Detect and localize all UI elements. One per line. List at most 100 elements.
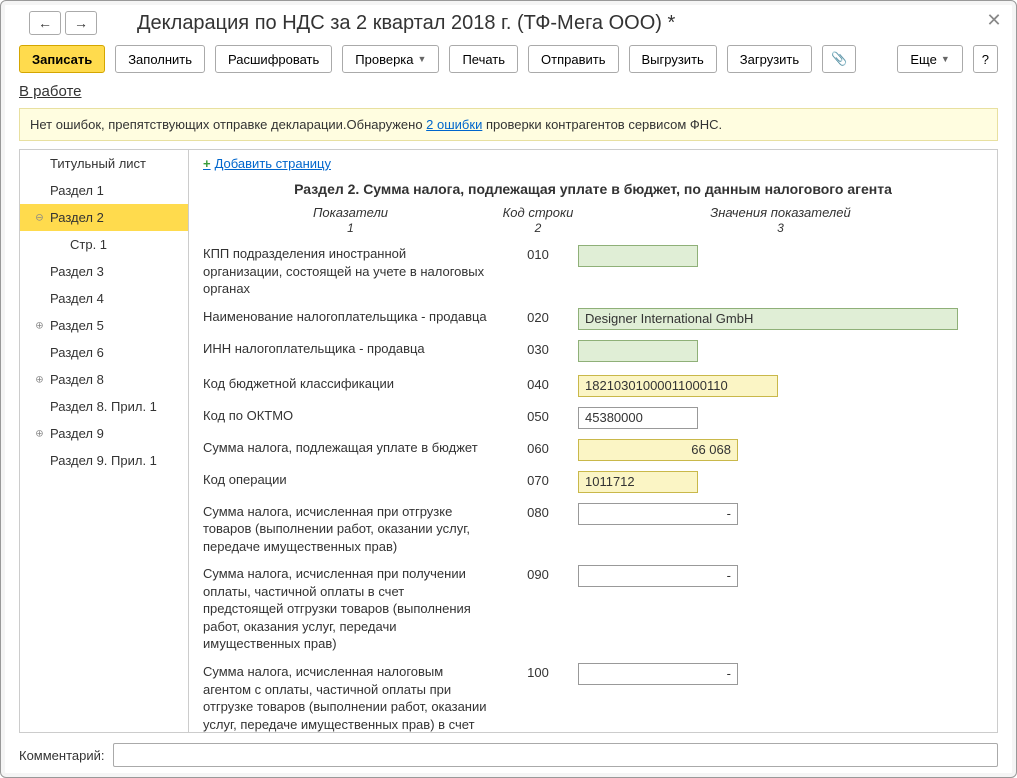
row-code: 090 <box>498 565 578 582</box>
decode-button[interactable]: Расшифровать <box>215 45 332 73</box>
comment-label: Комментарий: <box>19 748 105 763</box>
sidebar-item-label: Раздел 2 <box>50 210 104 225</box>
row-label: Наименование налогоплательщика - продавц… <box>203 308 498 326</box>
value-field[interactable]: Designer International GmbH <box>578 308 958 330</box>
row-label: КПП подразделения иностранной организаци… <box>203 245 498 298</box>
sidebar-item[interactable]: Раздел 4 <box>20 285 188 312</box>
add-page-link[interactable]: +Добавить страницу <box>203 156 331 171</box>
more-button[interactable]: Еще▼ <box>897 45 962 73</box>
row-label: Код бюджетной классификации <box>203 375 498 393</box>
row-label: Код по ОКТМО <box>203 407 498 425</box>
row-label: Сумма налога, исчисленная при получении … <box>203 565 498 653</box>
form-row: Сумма налога, подлежащая уплате в бюджет… <box>203 439 983 461</box>
chevron-down-icon: ▼ <box>941 54 950 64</box>
sidebar-item-label: Раздел 8. Прил. 1 <box>50 399 157 414</box>
errors-link[interactable]: 2 ошибки <box>426 117 482 132</box>
sidebar-item-label: Раздел 9. Прил. 1 <box>50 453 157 468</box>
info-text: Нет ошибок, препятствующих отправке декл… <box>30 117 426 132</box>
value-field[interactable] <box>578 503 738 525</box>
value-field[interactable] <box>578 663 738 685</box>
tree-toggle-icon[interactable]: ⊕ <box>34 428 45 439</box>
sidebar-item[interactable]: ⊕ Раздел 9 <box>20 420 188 447</box>
content-area: +Добавить страницу Раздел 2. Сумма налог… <box>189 149 998 733</box>
value-field[interactable]: 66 068 <box>578 439 738 461</box>
row-label: Сумма налога, исчисленная при отгрузке т… <box>203 503 498 556</box>
row-code: 030 <box>498 340 578 357</box>
sidebar-item-label: Стр. 1 <box>70 237 107 252</box>
form-row: КПП подразделения иностранной организаци… <box>203 245 983 298</box>
value-field[interactable] <box>578 245 698 267</box>
info-text-suffix: проверки контрагентов сервисом ФНС. <box>482 117 722 132</box>
sidebar-item[interactable]: ⊖ Раздел 2 <box>20 204 188 231</box>
row-code: 080 <box>498 503 578 520</box>
row-code: 060 <box>498 439 578 456</box>
row-code: 040 <box>498 375 578 392</box>
sidebar-item-label: Раздел 6 <box>50 345 104 360</box>
row-label: Сумма налога, исчисленная налоговым аген… <box>203 663 498 733</box>
chevron-down-icon: ▼ <box>418 54 427 64</box>
sidebar-item-label: Титульный лист <box>50 156 146 171</box>
status-link[interactable]: В работе <box>19 83 82 100</box>
form-row: Код по ОКТМО05045380000 <box>203 407 983 429</box>
form-row: Код бюджетной классификации0401821030100… <box>203 375 983 397</box>
send-button[interactable]: Отправить <box>528 45 618 73</box>
sidebar-item[interactable]: Раздел 9. Прил. 1 <box>20 447 188 474</box>
sidebar-item-label: Раздел 1 <box>50 183 104 198</box>
print-button[interactable]: Печать <box>449 45 518 73</box>
titlebar: ← → Декларация по НДС за 2 квартал 2018 … <box>5 5 1012 45</box>
sidebar-item[interactable]: ⊕ Раздел 8 <box>20 366 188 393</box>
row-code: 100 <box>498 663 578 680</box>
window: ← → Декларация по НДС за 2 квартал 2018 … <box>0 0 1017 778</box>
column-headers: Показатели1 Код строки2 Значения показат… <box>203 205 983 235</box>
comment-input[interactable] <box>113 743 999 767</box>
row-label: Код операции <box>203 471 498 489</box>
nav-forward-button[interactable]: → <box>65 11 97 35</box>
close-icon[interactable]: ✕ <box>984 11 1004 31</box>
sidebar-item[interactable]: Титульный лист <box>20 150 188 177</box>
sidebar-item[interactable]: Раздел 8. Прил. 1 <box>20 393 188 420</box>
sidebar-item-label: Раздел 5 <box>50 318 104 333</box>
value-field[interactable]: 18210301000011000110 <box>578 375 778 397</box>
nav-back-button[interactable]: ← <box>29 11 61 35</box>
sidebar-item[interactable]: ⊕ Раздел 5 <box>20 312 188 339</box>
export-button[interactable]: Выгрузить <box>629 45 717 73</box>
form-row: Сумма налога, исчисленная при отгрузке т… <box>203 503 983 556</box>
tree-toggle-icon[interactable]: ⊕ <box>34 374 45 385</box>
sidebar-item[interactable]: Раздел 3 <box>20 258 188 285</box>
tree-toggle-icon[interactable]: ⊖ <box>34 212 45 223</box>
form-row: Наименование налогоплательщика - продавц… <box>203 308 983 330</box>
sidebar-item-label: Раздел 9 <box>50 426 104 441</box>
sidebar-item-label: Раздел 3 <box>50 264 104 279</box>
row-label: ИНН налогоплательщика - продавца <box>203 340 498 358</box>
window-title: Декларация по НДС за 2 квартал 2018 г. (… <box>137 12 1002 35</box>
sidebar-item[interactable]: Раздел 1 <box>20 177 188 204</box>
sidebar-item-label: Раздел 4 <box>50 291 104 306</box>
form-row: Сумма налога, исчисленная при получении … <box>203 565 983 653</box>
toolbar: Записать Заполнить Расшифровать Проверка… <box>5 45 1012 83</box>
row-code: 050 <box>498 407 578 424</box>
value-field[interactable]: 45380000 <box>578 407 698 429</box>
info-bar: Нет ошибок, препятствующих отправке декл… <box>19 108 998 141</box>
fill-button[interactable]: Заполнить <box>115 45 205 73</box>
section-title: Раздел 2. Сумма налога, подлежащая уплат… <box>203 181 983 197</box>
plus-icon: + <box>203 156 211 171</box>
row-code: 010 <box>498 245 578 262</box>
form-row: Код операции0701011712 <box>203 471 983 493</box>
paperclip-icon: 📎 <box>831 51 847 67</box>
value-field[interactable]: 1011712 <box>578 471 698 493</box>
help-button[interactable]: ? <box>973 45 998 73</box>
attach-button[interactable]: 📎 <box>822 45 856 73</box>
row-code: 070 <box>498 471 578 488</box>
check-button[interactable]: Проверка▼ <box>342 45 439 73</box>
write-button[interactable]: Записать <box>19 45 105 73</box>
sidebar-item[interactable]: Стр. 1 <box>20 231 188 258</box>
value-field[interactable] <box>578 565 738 587</box>
form-row: Сумма налога, исчисленная налоговым аген… <box>203 663 983 733</box>
row-label: Сумма налога, подлежащая уплате в бюджет <box>203 439 498 457</box>
import-button[interactable]: Загрузить <box>727 45 812 73</box>
row-code: 020 <box>498 308 578 325</box>
value-field[interactable] <box>578 340 698 362</box>
sidebar-item-label: Раздел 8 <box>50 372 104 387</box>
sidebar-item[interactable]: Раздел 6 <box>20 339 188 366</box>
tree-toggle-icon[interactable]: ⊕ <box>34 320 45 331</box>
